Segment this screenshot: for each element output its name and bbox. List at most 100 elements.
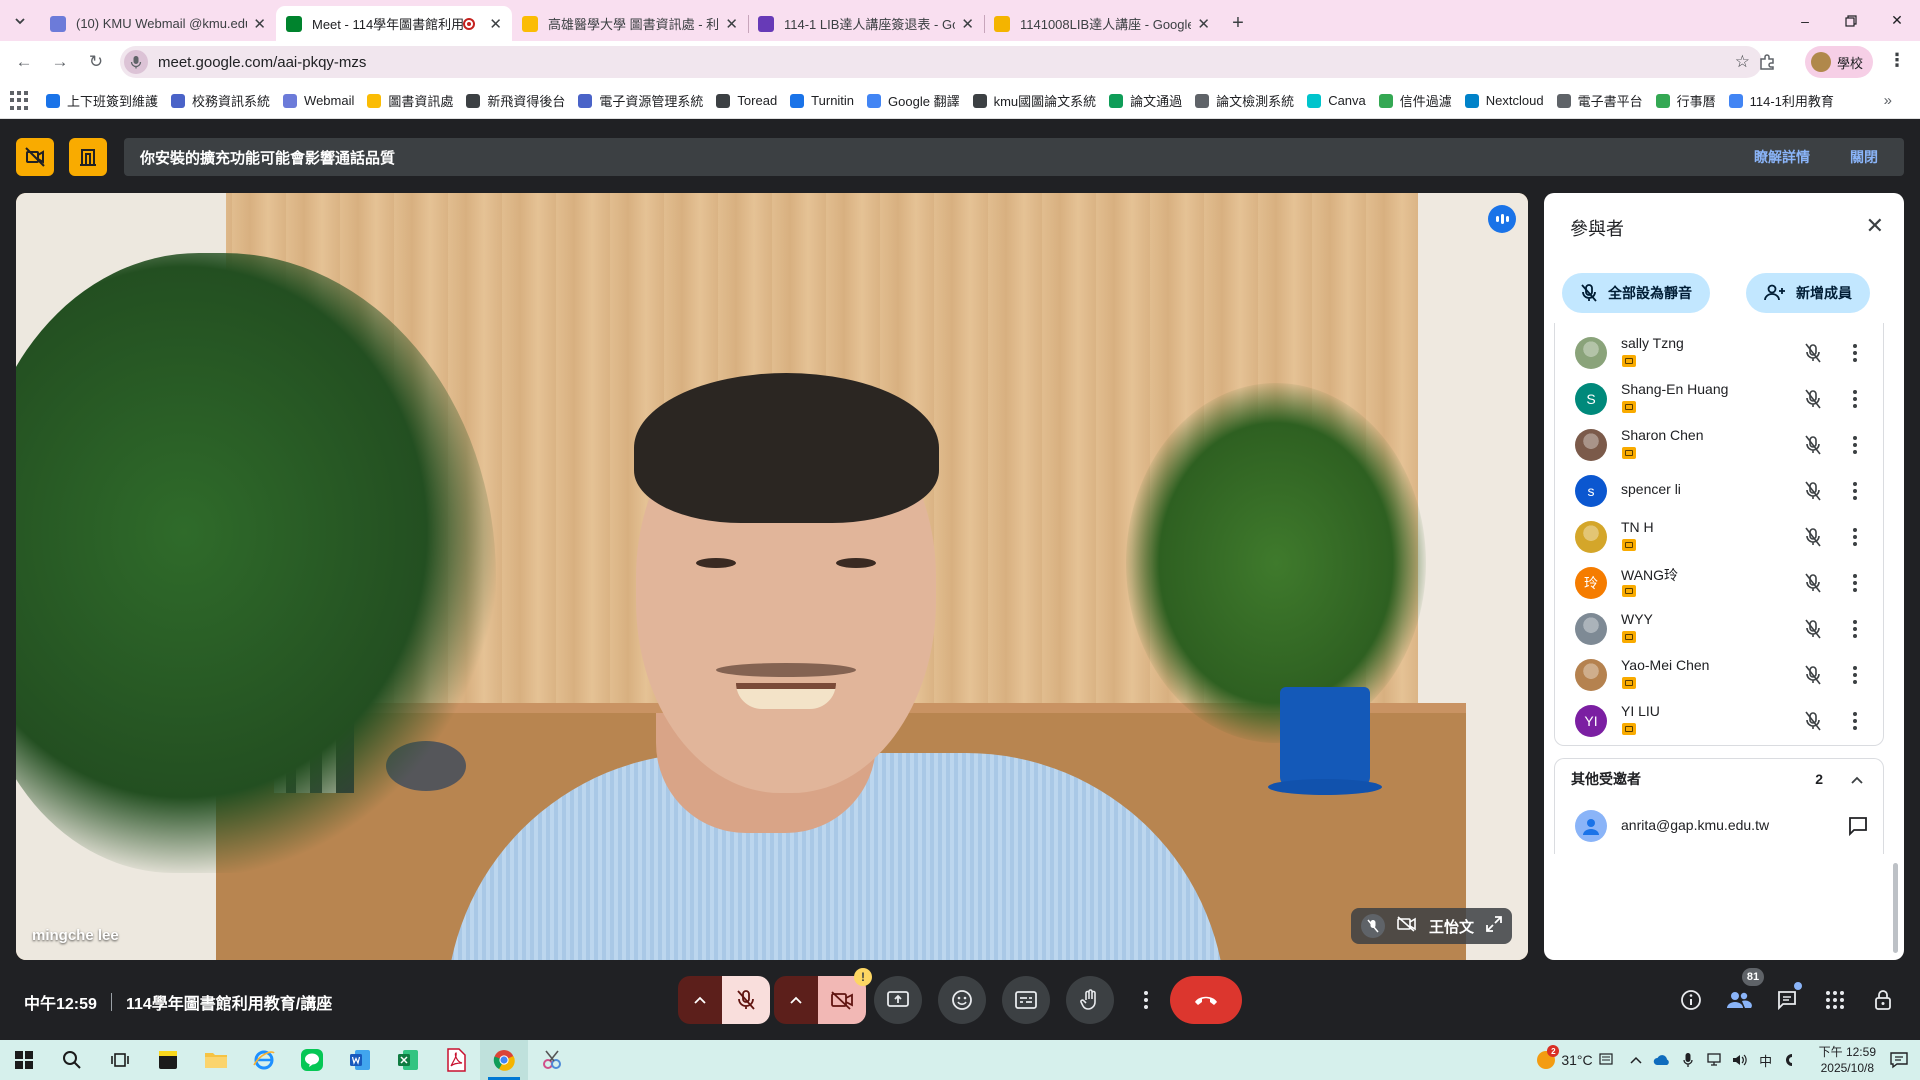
mic-off-icon[interactable]	[1801, 433, 1825, 457]
pdf-reader-icon[interactable]	[432, 1040, 480, 1080]
participant-row[interactable]: YI YI LIU	[1555, 693, 1885, 749]
participant-more-icon[interactable]	[1845, 525, 1865, 549]
chat-icon[interactable]	[1847, 815, 1869, 842]
ime-mode-icon[interactable]	[1781, 1049, 1803, 1071]
camera-toggle-button[interactable]: !	[818, 968, 872, 1024]
bookmark-item[interactable]: 行事曆	[1655, 91, 1716, 110]
bookmark-star-icon[interactable]: ☆	[1735, 52, 1750, 72]
reload-icon[interactable]: ↻	[78, 46, 114, 78]
video-options-button[interactable]	[774, 976, 818, 1024]
browser-tab[interactable]: 114-1 LIB達人講座簽退表 - Goo ✕	[748, 6, 984, 41]
other-invitees-header[interactable]: 其他受邀者 2	[1554, 758, 1884, 798]
learn-more-link[interactable]: 瞭解詳情	[1754, 147, 1810, 167]
mic-off-icon[interactable]	[1801, 341, 1825, 365]
bookmarks-overflow-icon[interactable]: »	[1884, 92, 1892, 109]
mic-off-icon[interactable]	[1801, 571, 1825, 595]
bookmark-item[interactable]: 信件過濾	[1378, 91, 1452, 110]
windows-start-icon[interactable]	[0, 1040, 48, 1080]
tab-close-icon[interactable]: ✕	[1197, 15, 1210, 33]
bookmark-item[interactable]: 電子書平台	[1556, 91, 1643, 110]
participant-more-icon[interactable]	[1845, 571, 1865, 595]
bookmark-item[interactable]: 上下班簽到維護	[46, 91, 158, 110]
invitee-row[interactable]: anrita@gap.kmu.edu.tw	[1554, 798, 1884, 854]
building-icon[interactable]	[69, 138, 107, 176]
mic-off-icon[interactable]	[1801, 479, 1825, 503]
search-icon[interactable]	[48, 1040, 96, 1080]
close-window-icon[interactable]: ✕	[1874, 0, 1920, 41]
onedrive-cloud-icon[interactable]	[1651, 1049, 1673, 1071]
leave-call-button[interactable]	[1170, 976, 1242, 1024]
speaker-video-tile[interactable]: mingche lee 王怡文	[16, 193, 1528, 960]
bookmark-item[interactable]: kmu國圖論文系統	[972, 91, 1096, 110]
network-icon[interactable]	[1703, 1049, 1725, 1071]
bookmark-item[interactable]: 新飛資得後台	[466, 91, 565, 110]
weather-widget[interactable]: 2 31°C	[1537, 1045, 1613, 1069]
browser-tab[interactable]: 1141008LIB達人講座 - Google ✕	[984, 6, 1220, 41]
bookmark-item[interactable]: 114-1利用教育	[1728, 91, 1834, 110]
captions-button[interactable]	[1002, 976, 1050, 1024]
browser-tab[interactable]: 高雄醫學大學 圖書資訊處 - 利用 ✕	[512, 6, 748, 41]
people-icon[interactable]	[1725, 986, 1753, 1014]
sticky-notes-icon[interactable]	[144, 1040, 192, 1080]
participant-more-icon[interactable]	[1845, 433, 1865, 457]
bookmark-item[interactable]: Toread	[716, 93, 777, 108]
snipping-tool-icon[interactable]	[528, 1040, 576, 1080]
system-clock[interactable]: 下午 12:59 2025/10/8	[1819, 1044, 1876, 1076]
tab-close-icon[interactable]: ✕	[725, 15, 738, 33]
site-mic-icon[interactable]	[124, 50, 148, 74]
camera-effects-warning-icon[interactable]	[16, 138, 54, 176]
task-view-icon[interactable]	[96, 1040, 144, 1080]
microphone-tray-icon[interactable]	[1677, 1049, 1699, 1071]
bookmark-item[interactable]: 論文通過	[1109, 91, 1182, 110]
participant-more-icon[interactable]	[1845, 709, 1865, 733]
word-icon[interactable]	[336, 1040, 384, 1080]
mic-off-icon[interactable]	[1801, 617, 1825, 641]
emoji-reaction-button[interactable]	[938, 976, 986, 1024]
banner-close-button[interactable]: 關閉	[1850, 147, 1878, 167]
bookmark-item[interactable]: 圖書資訊處	[367, 91, 453, 110]
bookmark-item[interactable]: Nextcloud	[1464, 93, 1544, 108]
bookmark-item[interactable]: 論文檢測系統	[1195, 91, 1294, 110]
participant-more-icon[interactable]	[1845, 663, 1865, 687]
mic-off-icon[interactable]	[1801, 663, 1825, 687]
excel-icon[interactable]	[384, 1040, 432, 1080]
bookmark-item[interactable]: Webmail	[283, 93, 354, 108]
apps-grid-icon[interactable]	[10, 90, 30, 111]
audio-options-button[interactable]	[678, 976, 722, 1024]
volume-icon[interactable]	[1729, 1049, 1751, 1071]
mic-off-icon[interactable]	[1801, 387, 1825, 411]
microphone-toggle-button[interactable]	[722, 976, 770, 1024]
input-method-indicator[interactable]: 中	[1755, 1049, 1777, 1071]
minimize-icon[interactable]: –	[1782, 0, 1828, 41]
bookmark-item[interactable]: Google 翻譯	[867, 91, 960, 110]
participant-more-icon[interactable]	[1845, 479, 1865, 503]
profile-button[interactable]: 學校	[1805, 46, 1874, 78]
participant-more-icon[interactable]	[1845, 387, 1865, 411]
host-controls-lock-icon[interactable]	[1869, 986, 1897, 1014]
mic-off-icon[interactable]	[1801, 525, 1825, 549]
mute-all-button[interactable]: 全部設為靜音	[1562, 273, 1710, 313]
expand-icon[interactable]	[1486, 916, 1502, 936]
tab-close-icon[interactable]: ✕	[253, 15, 266, 33]
chrome-menu-icon[interactable]: ⋮	[1888, 50, 1906, 71]
bookmark-item[interactable]: Turnitin	[790, 93, 854, 108]
chevron-up-icon[interactable]	[1851, 771, 1863, 787]
participant-more-icon[interactable]	[1845, 341, 1865, 365]
forward-arrow-icon[interactable]: →	[42, 46, 78, 78]
file-explorer-icon[interactable]	[192, 1040, 240, 1080]
notification-center-icon[interactable]	[1888, 1049, 1910, 1071]
address-bar[interactable]: meet.google.com/aai-pkqy-mzs ☆	[120, 46, 1762, 78]
bookmark-item[interactable]: 校務資訊系統	[171, 91, 270, 110]
line-app-icon[interactable]	[288, 1040, 336, 1080]
more-options-button[interactable]	[1134, 976, 1158, 1024]
add-people-button[interactable]: 新增成員	[1746, 273, 1870, 313]
restore-icon[interactable]	[1828, 0, 1874, 41]
bookmark-item[interactable]: 電子資源管理系統	[578, 91, 703, 110]
tray-chevron-up-icon[interactable]	[1625, 1049, 1647, 1071]
browser-tab[interactable]: (10) KMU Webmail @kmu.edu ✕	[40, 6, 276, 41]
raise-hand-button[interactable]	[1066, 976, 1114, 1024]
chat-messages-icon[interactable]	[1773, 986, 1801, 1014]
internet-explorer-icon[interactable]	[240, 1040, 288, 1080]
extensions-puzzle-icon[interactable]	[1755, 50, 1779, 74]
mic-off-icon[interactable]	[1801, 709, 1825, 733]
